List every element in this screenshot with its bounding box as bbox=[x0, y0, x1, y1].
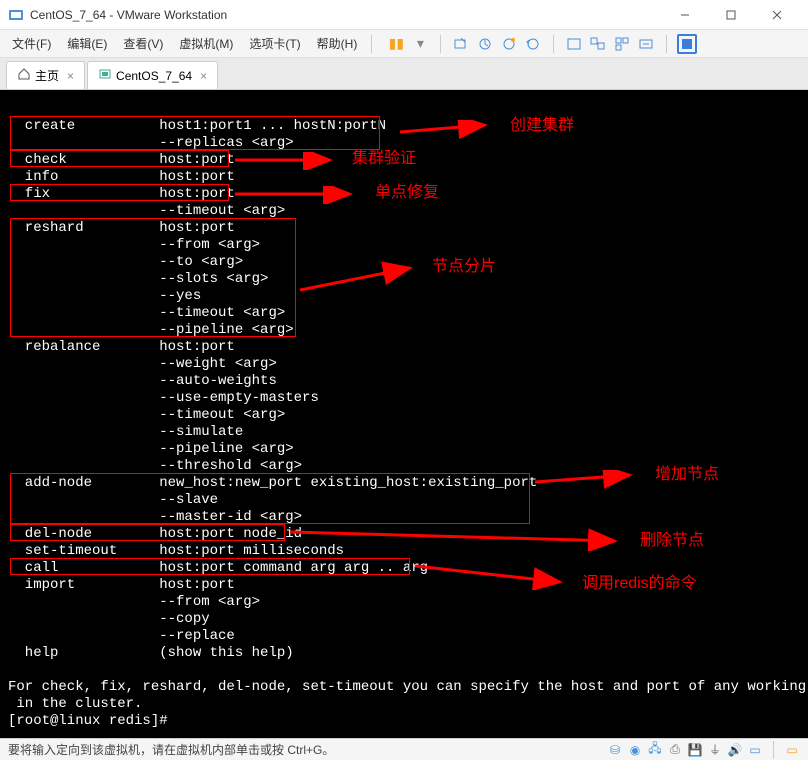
window-titlebar: CentOS_7_64 - VMware Workstation bbox=[0, 0, 808, 30]
annotation-delnode: 删除节点 bbox=[640, 532, 704, 549]
unity-icon[interactable] bbox=[588, 34, 608, 54]
menu-edit[interactable]: 编辑(E) bbox=[59, 31, 115, 56]
menu-view[interactable]: 查看(V) bbox=[115, 31, 171, 56]
terminal-output: create host1:port1 ... hostN:portN --rep… bbox=[8, 118, 808, 730]
home-icon bbox=[17, 67, 31, 84]
menu-vm[interactable]: 虚拟机(M) bbox=[171, 31, 241, 56]
annotation-check: 集群验证 bbox=[352, 150, 416, 167]
vm-icon bbox=[98, 67, 112, 84]
cd-icon[interactable]: ◉ bbox=[627, 742, 643, 758]
close-icon[interactable]: × bbox=[200, 69, 207, 83]
menubar: 文件(F) 编辑(E) 查看(V) 虚拟机(M) 选项卡(T) 帮助(H) ▮▮… bbox=[0, 30, 808, 58]
floppy-icon[interactable]: 💾 bbox=[687, 742, 703, 758]
pause-icon[interactable]: ▮▮ bbox=[386, 34, 406, 54]
snapshot-manager-icon[interactable] bbox=[499, 34, 519, 54]
close-button[interactable] bbox=[754, 0, 800, 30]
tab-home-label: 主页 bbox=[35, 67, 59, 84]
sound-icon[interactable]: 🔊 bbox=[727, 742, 743, 758]
message-icon[interactable]: ▭ bbox=[784, 742, 800, 758]
annotation-fix: 单点修复 bbox=[375, 184, 439, 201]
separator bbox=[371, 35, 372, 53]
terminal-screen[interactable]: create host1:port1 ... hostN:portN --rep… bbox=[0, 90, 808, 738]
window-title: CentOS_7_64 - VMware Workstation bbox=[30, 8, 662, 22]
tab-vm[interactable]: CentOS_7_64 × bbox=[87, 61, 218, 89]
snapshot-icon[interactable] bbox=[475, 34, 495, 54]
stretch-icon[interactable] bbox=[636, 34, 656, 54]
display-icon[interactable]: ▭ bbox=[747, 742, 763, 758]
menu-file[interactable]: 文件(F) bbox=[4, 31, 59, 56]
annotation-reshard: 节点分片 bbox=[432, 258, 496, 275]
separator bbox=[773, 741, 774, 759]
minimize-button[interactable] bbox=[662, 0, 708, 30]
dropdown-icon[interactable]: ▾ bbox=[410, 34, 430, 54]
menu-tabs[interactable]: 选项卡(T) bbox=[241, 31, 308, 56]
statusbar-hint: 要将输入定向到该虚拟机，请在虚拟机内部单击或按 Ctrl+G。 bbox=[8, 741, 334, 758]
revert-icon[interactable] bbox=[523, 34, 543, 54]
printer-icon[interactable]: ⎙ bbox=[667, 742, 683, 758]
tabbar: 主页 × CentOS_7_64 × bbox=[0, 58, 808, 90]
statusbar-devices: ⛁ ◉ 🖧 ⎙ 💾 ⏚ 🔊 ▭ ▭ bbox=[607, 741, 800, 759]
console-view-icon[interactable] bbox=[677, 34, 697, 54]
maximize-button[interactable] bbox=[708, 0, 754, 30]
separator bbox=[440, 35, 441, 53]
usb-icon[interactable]: ⏚ bbox=[707, 742, 723, 758]
annotation-call: 调用redis的命令 bbox=[582, 575, 697, 592]
annotation-create: 创建集群 bbox=[510, 117, 574, 134]
separator bbox=[666, 35, 667, 53]
thumbnail-icon[interactable] bbox=[612, 34, 632, 54]
statusbar: 要将输入定向到该虚拟机，请在虚拟机内部单击或按 Ctrl+G。 ⛁ ◉ 🖧 ⎙ … bbox=[0, 738, 808, 760]
annotation-addnode: 增加节点 bbox=[655, 466, 719, 483]
app-icon bbox=[8, 7, 24, 23]
menu-help[interactable]: 帮助(H) bbox=[309, 31, 366, 56]
disk-icon[interactable]: ⛁ bbox=[607, 742, 623, 758]
send-icon[interactable] bbox=[451, 34, 471, 54]
fullscreen-icon[interactable] bbox=[564, 34, 584, 54]
separator bbox=[553, 35, 554, 53]
tab-vm-label: CentOS_7_64 bbox=[116, 69, 192, 83]
tab-home[interactable]: 主页 × bbox=[6, 61, 85, 89]
toolbar: ▮▮ ▾ bbox=[386, 34, 697, 54]
network-icon[interactable]: 🖧 bbox=[647, 742, 663, 758]
close-icon[interactable]: × bbox=[67, 69, 74, 83]
